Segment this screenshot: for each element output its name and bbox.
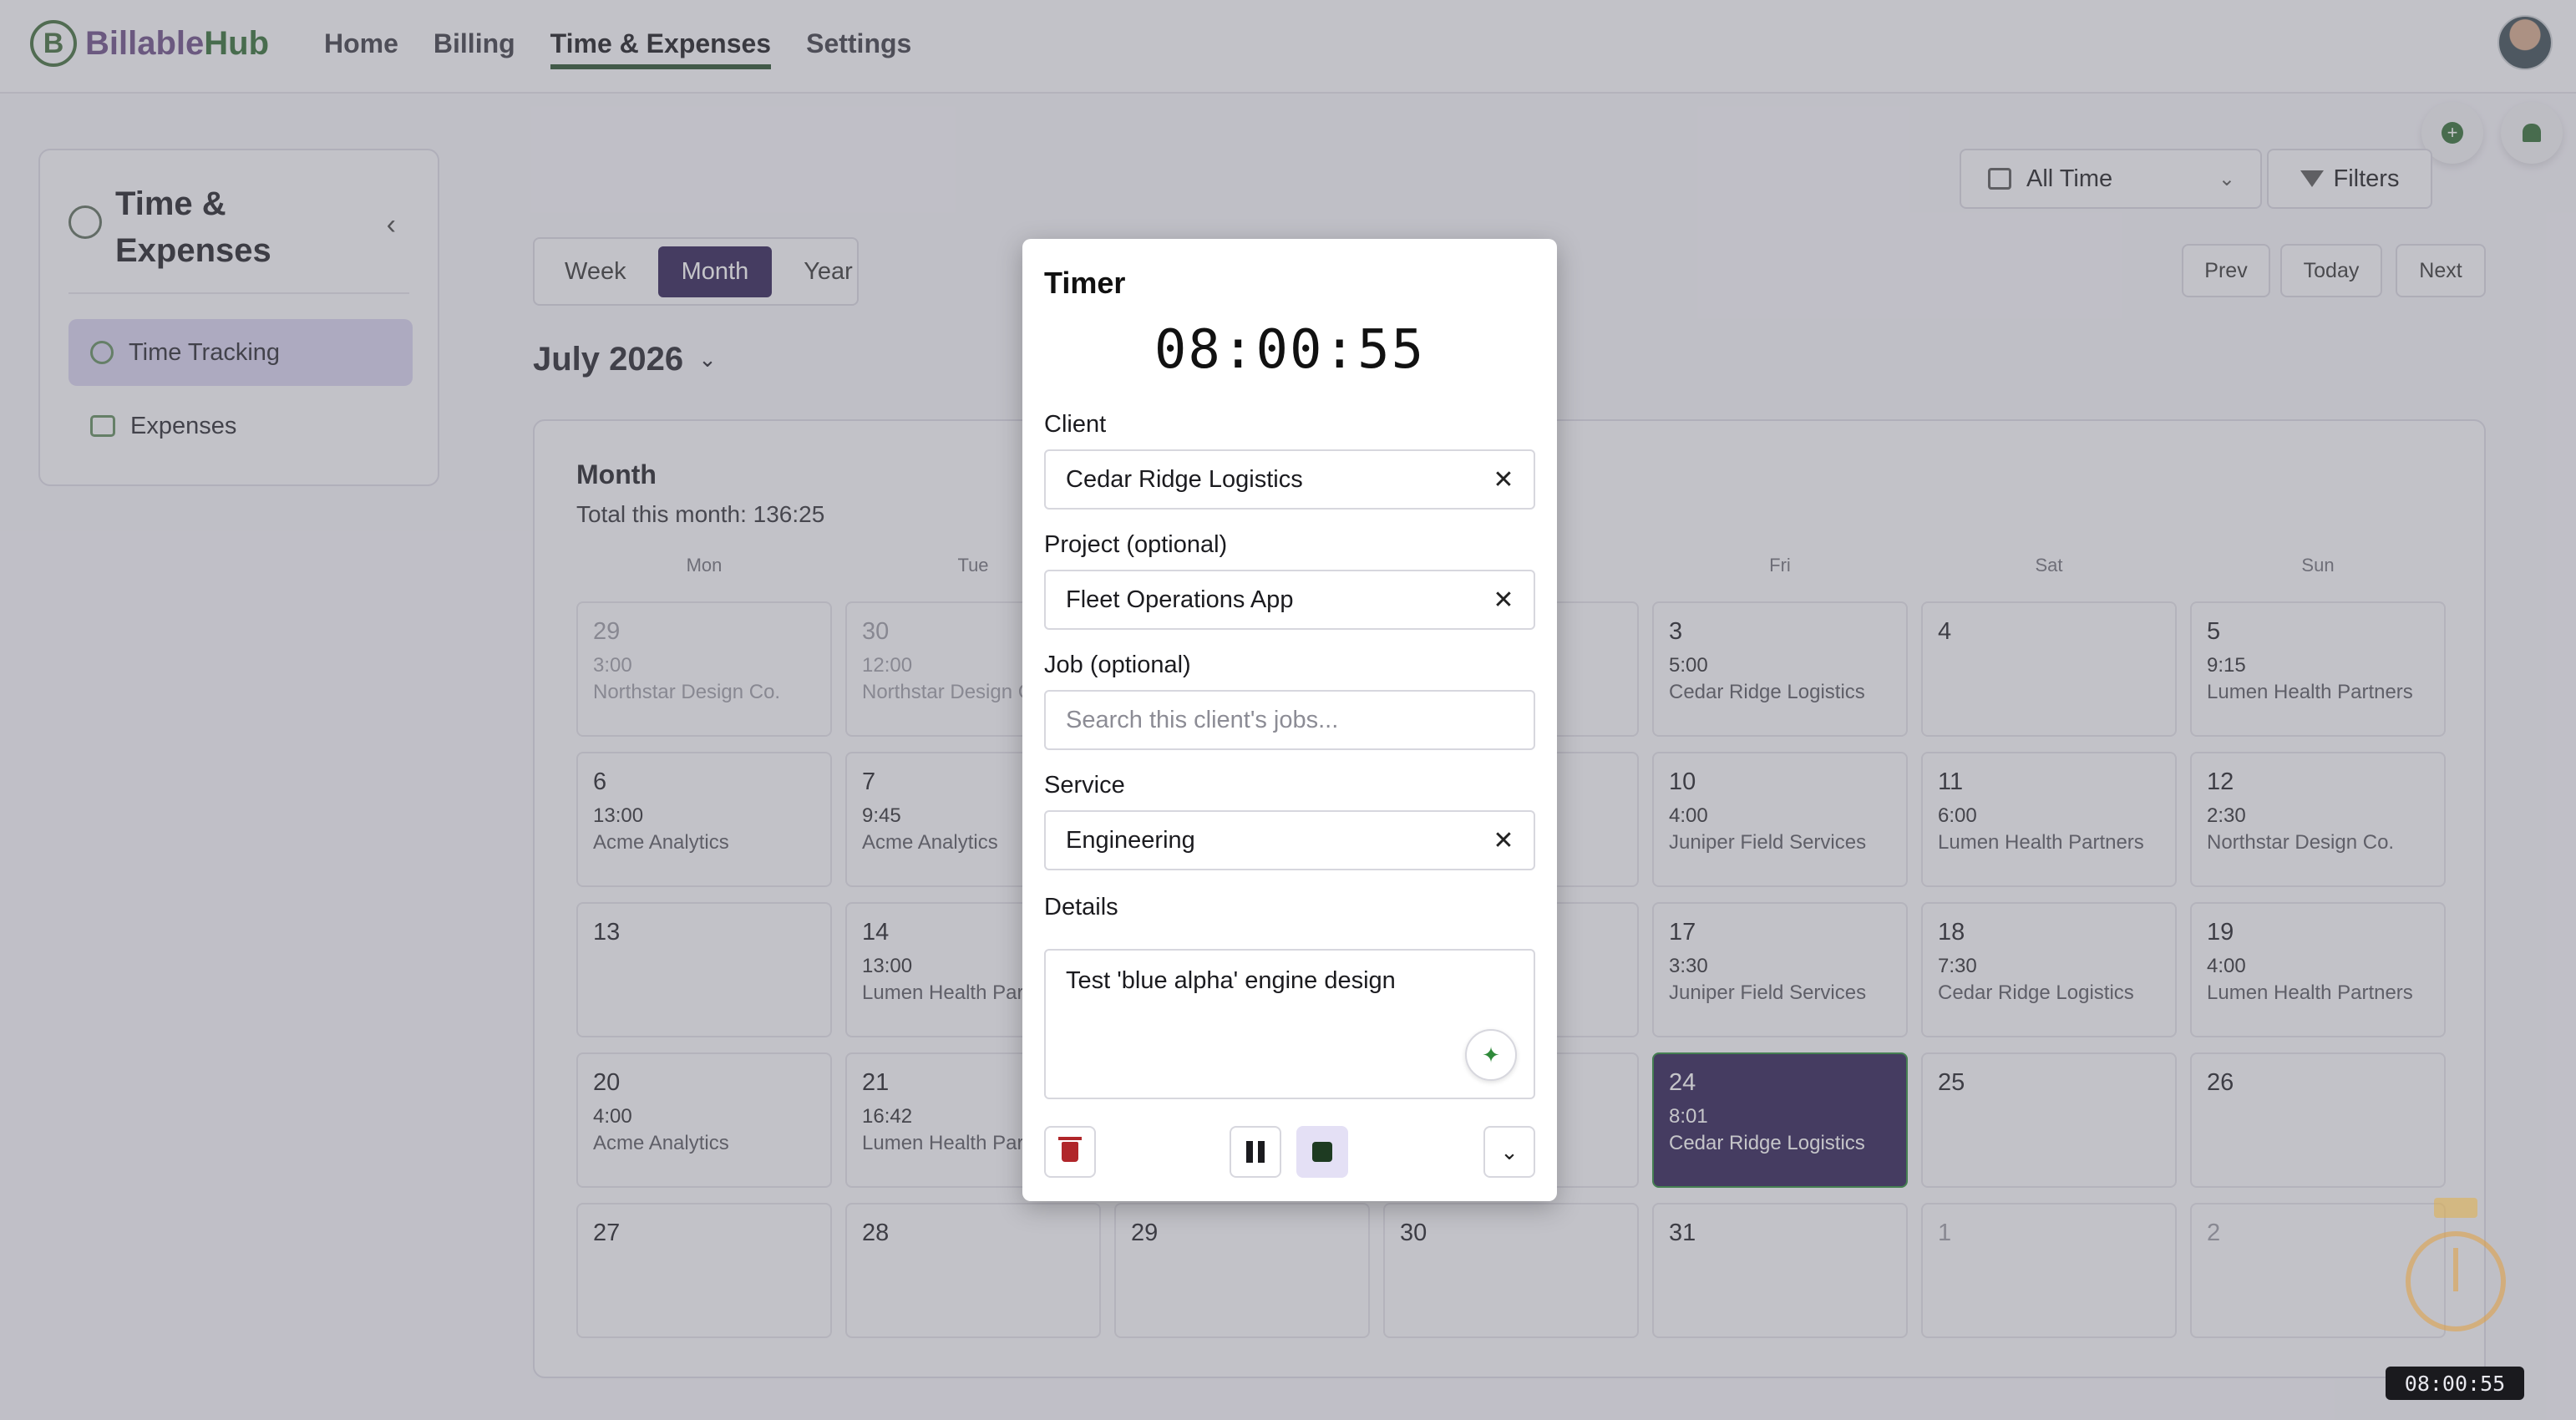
job-label: Job (optional) [1044, 652, 1191, 678]
service-value: Engineering [1066, 826, 1195, 854]
stopwatch-icon[interactable] [2406, 1198, 2506, 1331]
pause-icon [1246, 1141, 1265, 1163]
stop-button[interactable] [1296, 1126, 1348, 1178]
timer-display: 08:00:55 [1154, 319, 1426, 381]
clear-client-icon[interactable]: ✕ [1487, 463, 1520, 496]
timer-title: Timer [1044, 266, 1126, 300]
project-value: Fleet Operations App [1066, 586, 1294, 613]
ai-assist-icon[interactable]: ✦ [1465, 1029, 1517, 1081]
client-label: Client [1044, 411, 1107, 438]
client-select[interactable]: Cedar Ridge Logistics ✕ [1044, 449, 1535, 510]
service-select[interactable]: Engineering ✕ [1044, 810, 1535, 870]
clear-project-icon[interactable]: ✕ [1487, 583, 1520, 616]
stop-icon [1312, 1142, 1332, 1162]
mini-timer-readout[interactable]: 08:00:55 [2386, 1367, 2524, 1400]
project-select[interactable]: Fleet Operations App ✕ [1044, 570, 1535, 630]
details-textarea[interactable] [1044, 949, 1535, 1099]
more-options-button[interactable]: ⌄ [1483, 1126, 1535, 1178]
clear-service-icon[interactable]: ✕ [1487, 824, 1520, 857]
chevron-down-icon: ⌄ [1500, 1139, 1519, 1164]
service-label: Service [1044, 772, 1125, 799]
trash-icon [1058, 1137, 1082, 1162]
job-search-field[interactable] [1044, 690, 1535, 750]
job-search-input[interactable] [1066, 706, 1500, 734]
details-label: Details [1044, 894, 1118, 920]
pause-button[interactable] [1230, 1126, 1281, 1178]
client-value: Cedar Ridge Logistics [1066, 465, 1303, 493]
timer-dialog: Timer 08:00:55 Client Cedar Ridge Logist… [1022, 239, 1557, 1201]
delete-button[interactable] [1044, 1126, 1096, 1178]
project-label: Project (optional) [1044, 531, 1228, 558]
